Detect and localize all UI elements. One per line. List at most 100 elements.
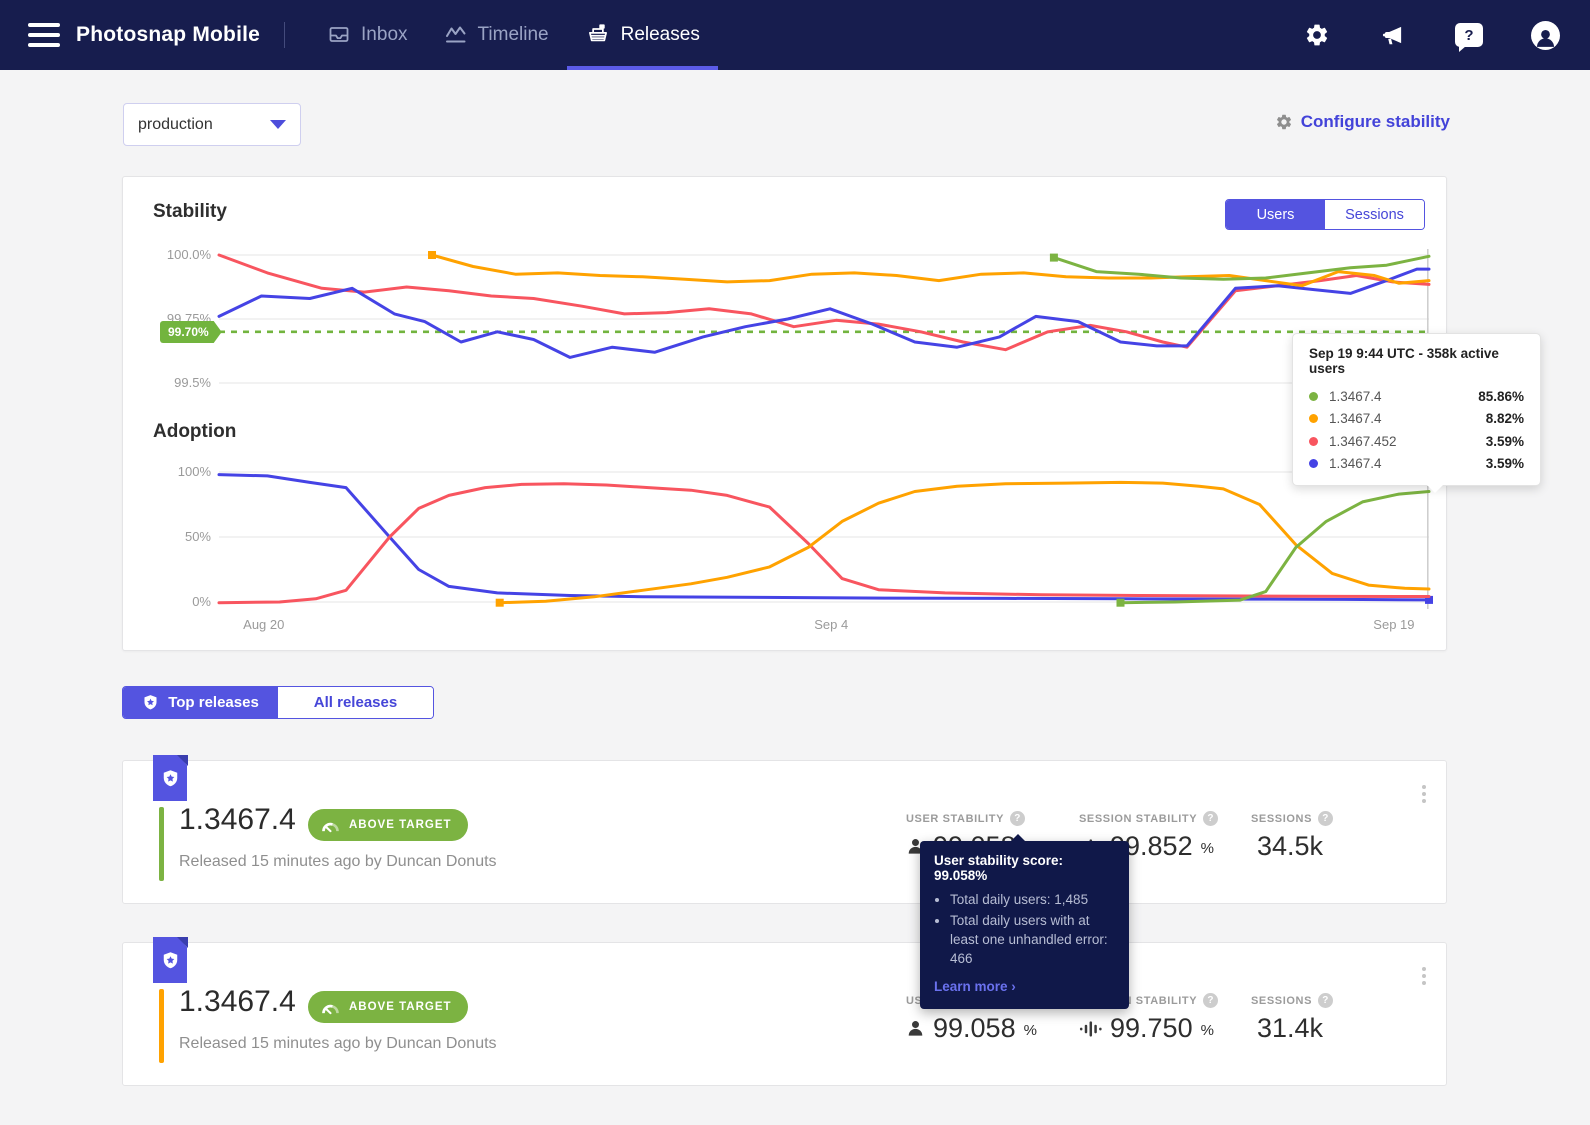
y-axis-tick-label: 50% (184, 529, 211, 544)
chart-hover-tooltip: Sep 19 9:44 UTC - 358k active users 1.34… (1292, 333, 1541, 493)
stat-label: USER STABILITY (906, 812, 1005, 825)
badge-label: ABOVE TARGET (349, 819, 452, 831)
release-version: 1.3467.4 (179, 985, 296, 1018)
tooltip-series-name: 1.3467.4 (1329, 411, 1382, 427)
inbox-icon (329, 27, 349, 42)
y-axis-tick-label: 100% (177, 464, 211, 479)
configure-stability-link[interactable]: Configure stability (1275, 112, 1450, 132)
gear-icon (1276, 114, 1291, 130)
nav-item-label: Releases (620, 24, 700, 45)
stat-value: 99.750 (1110, 1013, 1193, 1043)
users-sessions-toggle: Users Sessions (1225, 199, 1425, 230)
app-title: Photosnap Mobile (76, 23, 261, 46)
stat-label: SESSION STABILITY (1079, 812, 1198, 825)
stability-chart[interactable]: 100.0% 99.75% 99.5% 99.70% (217, 247, 1431, 397)
account-button[interactable] (1530, 20, 1560, 50)
stat-unit: % (1200, 840, 1214, 857)
environment-value: production (138, 115, 213, 133)
top-release-bookmark-icon (153, 755, 187, 801)
tooltip-series-name: 1.3467.452 (1329, 433, 1397, 449)
shield-star-icon (144, 695, 157, 710)
environment-dropdown[interactable]: production (123, 103, 301, 146)
tooltip-series-name: 1.3467.4 (1329, 456, 1382, 472)
announcements-button[interactable] (1378, 20, 1408, 50)
gauge-icon (322, 822, 339, 833)
stability-title: Stability (153, 201, 227, 222)
adoption-y-axis: 100% 50% 0% (133, 464, 211, 617)
series-color-dot (1309, 391, 1318, 401)
megaphone-icon (1382, 26, 1402, 45)
nav-item-label: Timeline (477, 24, 549, 45)
user-stability-tooltip: User stability score: 99.058% Total dail… (920, 834, 1129, 1009)
above-target-badge: ABOVE TARGET (308, 809, 468, 841)
adoption-x-axis: Aug 20 Sep 4 Sep 19 (219, 615, 1429, 635)
nav-item-inbox[interactable]: Inbox (309, 0, 425, 70)
stat-sessions: SESSIONS ? 31.4k (1251, 993, 1334, 1044)
help-icon: ? (1455, 23, 1483, 52)
y-axis-tick-label: 0% (192, 594, 211, 609)
gauge-icon (322, 1004, 339, 1015)
top-navigation: Photosnap Mobile Inbox Timeline Releases… (0, 0, 1590, 70)
tooltip-bullet: Total daily users: 1,485 (950, 890, 1115, 909)
release-color-bar (159, 807, 164, 881)
help-icon[interactable]: ? (1318, 993, 1334, 1008)
help-icon[interactable]: ? (1203, 811, 1219, 826)
y-axis-tick-label: 99.5% (174, 375, 211, 390)
tab-label: Top releases (168, 694, 259, 711)
chevron-down-icon (270, 120, 286, 129)
primary-nav: Inbox Timeline Releases (309, 0, 719, 70)
nav-item-label: Inbox (361, 24, 408, 45)
release-meta: Released 15 minutes ago by Duncan Donuts (179, 853, 497, 870)
tooltip-series-name: 1.3467.4 (1329, 388, 1382, 404)
release-card[interactable]: 1.3467.4 ABOVE TARGET Released 15 minute… (122, 937, 1447, 1086)
nav-item-releases[interactable]: Releases (566, 0, 719, 70)
series-color-dot (1309, 414, 1318, 424)
help-icon[interactable]: ? (1318, 811, 1334, 826)
release-version: 1.3467.4 (179, 803, 296, 836)
tooltip-row: 1.3467.4 85.86% (1309, 385, 1524, 408)
help-icon[interactable]: ? (1010, 811, 1026, 826)
stability-chart-canvas (217, 249, 1431, 390)
top-release-bookmark-icon (153, 937, 187, 983)
tab-top-releases[interactable]: Top releases (123, 687, 278, 718)
stat-unit: % (1200, 1022, 1214, 1039)
toggle-users[interactable]: Users (1226, 200, 1325, 229)
nav-divider (284, 22, 286, 48)
timeline-icon (445, 26, 466, 43)
card-menu-button[interactable] (1418, 963, 1430, 989)
tooltip-title: User stability score: 99.058% (934, 853, 1064, 883)
gear-icon (1306, 24, 1328, 46)
stability-adoption-panel: Stability Users Sessions 100.0% 99.75% 99.… (122, 176, 1447, 651)
badge-label: ABOVE TARGET (349, 1001, 452, 1013)
settings-button[interactable] (1302, 20, 1332, 50)
tooltip-row: 1.3467.452 3.59% (1309, 430, 1524, 453)
stat-value: 99.058 (933, 1013, 1016, 1043)
x-axis-tick-label: Sep 4 (814, 617, 849, 632)
tooltip-series-value: 85.86% (1478, 388, 1524, 404)
stat-sessions: SESSIONS ? 34.5k (1251, 811, 1334, 862)
tooltip-series-value: 8.82% (1485, 411, 1524, 427)
learn-more-link[interactable]: Learn more › (934, 979, 1016, 994)
x-axis-tick-label: Sep 19 (1373, 617, 1415, 632)
release-color-bar (159, 989, 164, 1063)
stat-value: 34.5k (1257, 831, 1324, 861)
adoption-chart[interactable]: 100% 50% 0% Aug 20 Sep 4 Sep 19 (178, 464, 1433, 632)
tab-all-releases[interactable]: All releases (278, 687, 433, 718)
tooltip-bullet: Total daily users with at least one unha… (950, 911, 1115, 968)
waveform-icon (1079, 1020, 1102, 1037)
help-icon[interactable]: ? (1203, 993, 1219, 1008)
release-card[interactable]: 1.3467.4 ABOVE TARGET Released 15 minute… (122, 755, 1447, 904)
ship-icon (588, 24, 607, 42)
nav-utility-icons: ? (1302, 20, 1560, 52)
tooltip-series-value: 3.59% (1485, 433, 1524, 449)
release-meta: Released 15 minutes ago by Duncan Donuts (179, 1035, 497, 1052)
stability-target-badge: 99.70% (160, 321, 222, 343)
tab-label: All releases (313, 694, 398, 711)
menu-icon[interactable] (28, 23, 60, 47)
stat-label: SESSIONS (1251, 994, 1313, 1007)
help-button[interactable]: ? (1454, 20, 1484, 52)
toggle-sessions[interactable]: Sessions (1325, 200, 1424, 229)
series-color-dot (1309, 436, 1318, 446)
nav-item-timeline[interactable]: Timeline (426, 0, 567, 70)
card-menu-button[interactable] (1418, 781, 1430, 807)
